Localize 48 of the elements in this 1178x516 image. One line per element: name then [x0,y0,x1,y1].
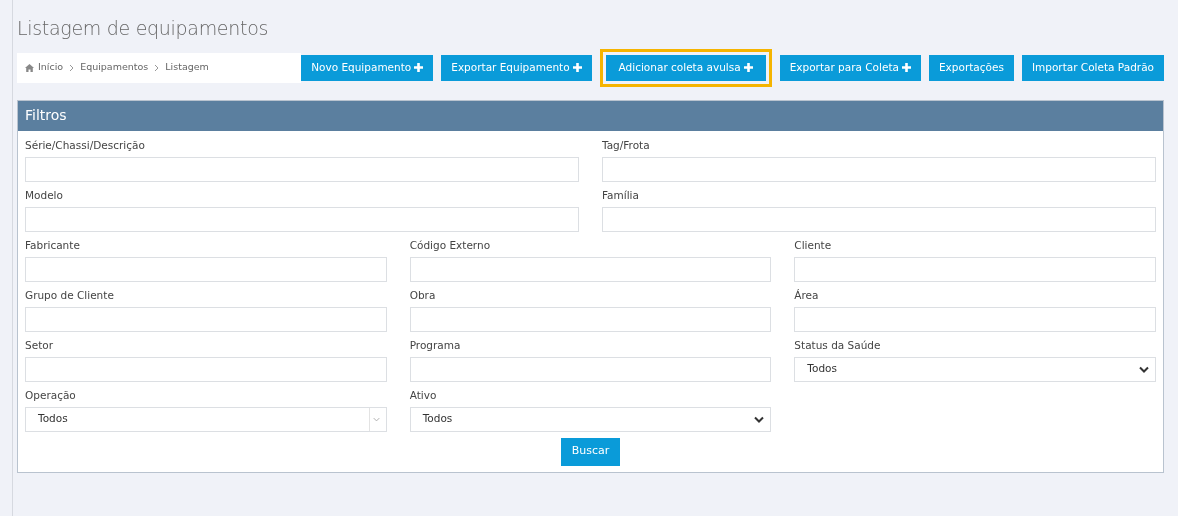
field-label: Cliente [794,237,833,253]
toolbar-button[interactable]: Exportar Equipamento [441,54,592,81]
input-field[interactable] [794,256,1156,282]
toolbar-button[interactable]: Importar Coleta Padrão [1021,54,1164,81]
field-label: Status da Saúde [794,337,882,353]
input-field[interactable] [602,156,1156,182]
select-field[interactable]: Todos [794,356,1156,382]
input-field[interactable] [25,306,387,332]
field-label: Tag/Frota [602,137,651,153]
field-label: Grupo de Cliente [25,287,115,303]
search-button[interactable]: Buscar [560,437,621,466]
chevron-down-icon [754,415,765,423]
field-label: Operação [25,387,77,403]
chevron-down-icon [368,407,383,431]
field-label: Fabricante [25,237,81,253]
toolbar-button[interactable]: Novo Equipamento [301,54,434,81]
toolbar-button[interactable]: Exportações [928,54,1014,81]
input-field[interactable] [409,356,772,382]
field-label: Modelo [25,187,64,203]
input-field[interactable] [409,306,772,332]
field-label: Programa [409,337,462,353]
toolbar-button[interactable]: Adicionar coleta avulsa [599,48,772,87]
field-label: Área [794,287,820,303]
field-label: Setor [25,337,54,353]
field-label: Código Externo [409,237,492,253]
breadcrumb-link[interactable]: Início [38,60,64,75]
input-field[interactable] [25,256,387,282]
input-field[interactable] [25,156,579,182]
dropdown-field[interactable]: Todos [25,406,387,432]
input-field[interactable] [602,206,1156,232]
breadcrumb-link[interactable]: Equipamentos [80,60,149,75]
panel-title: Filtros [18,100,1163,131]
field-label: Família [602,187,640,203]
chevron-right-icon [154,63,160,72]
input-field[interactable] [794,306,1156,332]
breadcrumb-link[interactable]: Listagem [165,60,209,75]
input-field[interactable] [25,206,579,232]
field-label: Série/Chassi/Descrição [25,137,146,153]
home-icon [25,63,34,72]
page-title: Listagem de equipamentos [17,16,270,41]
chevron-right-icon [69,63,75,72]
select-field[interactable]: Todos [409,406,772,432]
input-field[interactable] [25,356,387,382]
toolbar-button[interactable]: Exportar para Coleta [779,54,921,81]
chevron-down-icon [1139,365,1149,373]
input-field[interactable] [409,256,772,282]
field-label: Obra [409,287,437,303]
field-label: Ativo [409,387,438,403]
